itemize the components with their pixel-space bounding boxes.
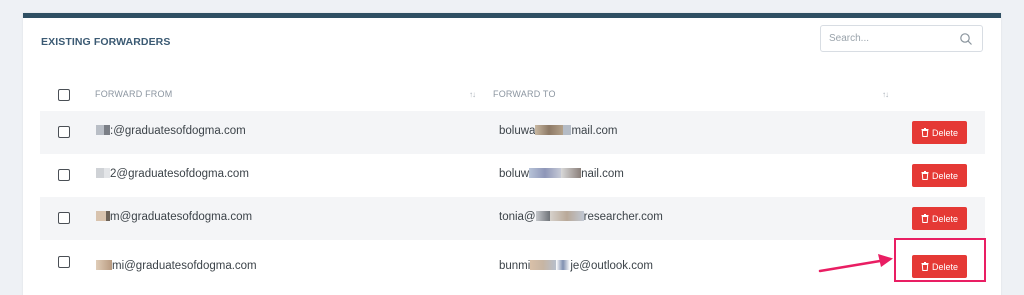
delete-button[interactable]: Delete xyxy=(912,207,967,230)
forward-to-text-end: nail.com xyxy=(581,168,624,180)
forward-to-text-start: boluw xyxy=(499,168,530,180)
trash-icon xyxy=(921,214,929,223)
forward-from-cell: :@graduatesofdogma.com xyxy=(96,125,246,137)
delete-button-label: Delete xyxy=(931,213,958,224)
panel-title: EXISTING FORWARDERS xyxy=(41,36,171,48)
redacted-block xyxy=(96,211,106,221)
forward-to-cell: boluw nail.com xyxy=(499,168,624,180)
forward-from-text: 2@graduatesofdogma.com xyxy=(110,168,249,180)
search-input[interactable] xyxy=(821,26,951,51)
table-row: 2@graduatesofdogma.com boluw nail.com Del… xyxy=(40,154,985,197)
table-row: m@graduatesofdogma.com tonia@ researcher.… xyxy=(40,197,985,240)
search-box[interactable] xyxy=(820,25,983,52)
forward-from-text: mi@graduatesofdogma.com xyxy=(112,260,257,272)
sort-forward-from-icon[interactable]: ↑↓ xyxy=(469,90,476,99)
row-checkbox[interactable] xyxy=(58,256,70,268)
forward-from-text: :@graduatesofdogma.com xyxy=(110,125,246,137)
row-checkbox[interactable] xyxy=(58,212,70,224)
forward-to-cell: boluwa mail.com xyxy=(499,125,617,137)
trash-icon xyxy=(921,128,929,137)
delete-button-label: Delete xyxy=(931,127,958,138)
forward-to-cell: tonia@ researcher.com xyxy=(499,211,663,223)
delete-button[interactable]: Delete xyxy=(912,164,967,187)
forward-to-cell: bunmi je@outlook.com xyxy=(499,260,653,272)
forward-to-text-end: researcher.com xyxy=(583,211,663,223)
redacted-block xyxy=(529,168,562,178)
select-all-checkbox[interactable] xyxy=(58,89,70,101)
table-row: :@graduatesofdogma.com boluwa mail.com De… xyxy=(40,111,985,154)
redacted-block xyxy=(556,260,571,270)
sort-forward-to-icon[interactable]: ↑↓ xyxy=(882,90,889,99)
forward-from-cell: mi@graduatesofdogma.com xyxy=(96,260,257,272)
column-header-forward-to[interactable]: FORWARD TO xyxy=(493,89,556,99)
redacted-block xyxy=(530,260,557,270)
forward-to-text-end: mail.com xyxy=(571,125,618,137)
forward-to-text-start: tonia@ xyxy=(499,211,536,223)
table-header: FORWARD FROM ↑↓ FORWARD TO ↑↓ xyxy=(23,80,1001,110)
forward-to-text-start: bunmi xyxy=(499,260,531,272)
highlight-box xyxy=(894,238,986,282)
forward-from-cell: m@graduatesofdogma.com xyxy=(96,211,252,223)
column-header-forward-from[interactable]: FORWARD FROM xyxy=(95,89,172,99)
forward-from-text: m@graduatesofdogma.com xyxy=(110,211,253,223)
delete-button[interactable]: Delete xyxy=(912,121,967,144)
annotation-arrow-icon xyxy=(818,254,893,273)
redacted-block xyxy=(549,211,584,221)
redacted-block xyxy=(96,125,104,135)
delete-button-label: Delete xyxy=(931,170,958,181)
redacted-block xyxy=(561,168,582,178)
search-icon[interactable] xyxy=(959,32,973,46)
redacted-block xyxy=(96,260,112,270)
trash-icon xyxy=(921,171,929,180)
row-checkbox[interactable] xyxy=(58,169,70,181)
redacted-block xyxy=(535,211,550,221)
forward-from-cell: 2@graduatesofdogma.com xyxy=(96,168,249,180)
forward-to-text-start: boluwa xyxy=(499,125,536,137)
forward-to-text-end: je@outlook.com xyxy=(570,260,653,272)
redacted-block xyxy=(535,125,564,135)
row-checkbox[interactable] xyxy=(58,126,70,138)
redacted-block xyxy=(96,168,104,178)
